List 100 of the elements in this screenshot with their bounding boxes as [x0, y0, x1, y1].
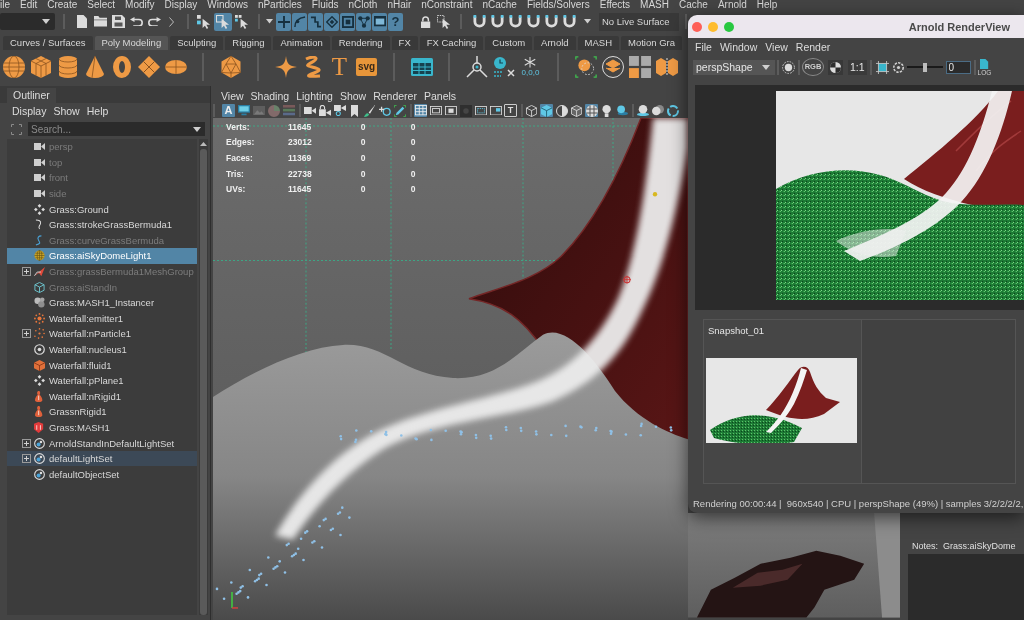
file-icon[interactable]	[76, 15, 88, 28]
shelf-tab[interactable]: Curves / Surfaces	[3, 36, 93, 50]
menu-item[interactable]: Modify	[125, 0, 155, 10]
selection-mode-button[interactable]	[195, 12, 213, 31]
snap-toggle-button[interactable]	[324, 12, 339, 31]
menu-item[interactable]: Edit	[20, 0, 38, 10]
shelf-tab[interactable]: FX	[391, 36, 418, 50]
menu-item[interactable]: nHair	[387, 0, 412, 10]
icosahedron-icon[interactable]	[219, 56, 242, 78]
mode-dropdown[interactable]	[0, 13, 55, 30]
shelf-tab[interactable]: Motion Gra	[621, 36, 682, 50]
outliner-item[interactable]: defaultObjectSet	[7, 466, 197, 483]
outliner-item[interactable]: Grass:MASH1	[7, 419, 197, 436]
tripod-icon[interactable]	[465, 56, 488, 78]
magnet-icon[interactable]	[544, 15, 558, 28]
snapshot-card[interactable]: Snapshot_01	[704, 320, 862, 483]
snap-toggle-button[interactable]	[356, 12, 371, 31]
notes-field[interactable]	[908, 554, 1024, 620]
outliner-item[interactable]: Waterfall:nRigid1	[7, 388, 197, 405]
magnet-icon[interactable]	[508, 15, 522, 28]
snap-toggle-button[interactable]	[308, 12, 323, 31]
menu-item[interactable]: Create	[47, 0, 78, 10]
outliner-item[interactable]: Grass:MASH1_Instancer	[7, 294, 197, 311]
outliner-item[interactable]: Grass:aiSkyDomeLight1	[7, 248, 197, 264]
search-field[interactable]: Search...	[28, 122, 205, 136]
expand-icon[interactable]	[22, 329, 31, 339]
live-surface-field[interactable]: No Live Surface	[599, 12, 679, 31]
cursor-icon[interactable]	[437, 14, 451, 29]
menu-item[interactable]: Display	[12, 105, 47, 117]
menu-item[interactable]: Renderer	[373, 89, 417, 102]
selection-mode-button[interactable]	[233, 12, 251, 31]
menu-item[interactable]: MASH	[640, 0, 669, 10]
shelf-tab[interactable]: Sculpting	[170, 36, 224, 50]
sphere-icon[interactable]	[2, 56, 25, 78]
caret-icon[interactable]	[193, 126, 201, 132]
cylinder-icon[interactable]	[58, 56, 77, 78]
undo-icon[interactable]	[129, 16, 143, 27]
scrollbar-track[interactable]	[199, 139, 208, 615]
menu-item[interactable]: Windows	[207, 0, 248, 10]
menu-item[interactable]: nCache	[482, 0, 517, 10]
shelf-tab[interactable]: MASH	[577, 36, 619, 50]
scroll-up-icon[interactable]	[200, 142, 207, 146]
crop-icon[interactable]	[875, 60, 889, 74]
viewport-tool-button[interactable]	[378, 104, 391, 117]
viewport-tool-button[interactable]: T	[504, 104, 517, 117]
snap-toggle-button[interactable]	[340, 12, 355, 31]
selection-frame-icon[interactable]	[11, 123, 22, 135]
menu-item[interactable]: Window	[719, 41, 758, 53]
outliner-item[interactable]: Grass:Ground	[7, 201, 197, 217]
magnet-icon[interactable]	[472, 15, 486, 28]
ratio-button[interactable]: 1:1	[848, 59, 867, 75]
outliner-item[interactable]: Waterfall:fluid1	[7, 357, 197, 373]
snap-toggle-button[interactable]	[372, 12, 387, 31]
shelf-tab[interactable]: Rendering	[331, 36, 390, 50]
menu-item[interactable]: Display	[164, 0, 198, 10]
dashed-circle-icon[interactable]	[574, 56, 597, 78]
menu-item[interactable]: Render	[795, 41, 831, 53]
menu-item[interactable]: View	[765, 41, 788, 53]
menu-item[interactable]: nConstraint	[421, 0, 473, 10]
disc-icon[interactable]	[164, 60, 187, 74]
menu-item[interactable]: nCloth	[348, 0, 378, 10]
viewport-tool-button[interactable]	[393, 104, 406, 117]
viewport-tool-button[interactable]	[237, 104, 250, 117]
menu-item[interactable]: Help	[756, 0, 778, 10]
menu-item[interactable]: Select	[87, 0, 116, 10]
viewport-tool-button[interactable]	[348, 104, 361, 117]
outliner-tab[interactable]: Outliner	[7, 88, 56, 103]
outliner-item[interactable]: Waterfall:emitter1	[7, 310, 197, 327]
magnet-icon[interactable]	[526, 15, 540, 28]
viewport-tool-button[interactable]	[363, 104, 376, 117]
outliner-item[interactable]: Waterfall:nParticle1	[7, 326, 197, 342]
viewport-tool-button[interactable]	[333, 104, 346, 117]
shelf-tab[interactable]: Poly Modeling	[94, 36, 169, 50]
sparkle-icon[interactable]	[274, 56, 297, 78]
viewport-tool-button[interactable]	[615, 104, 628, 117]
shelf-tab[interactable]: Arnold	[534, 36, 576, 50]
outliner-item[interactable]: ArnoldStandInDefaultLightSet	[7, 435, 197, 451]
boxes-icon[interactable]	[655, 58, 678, 76]
svg-tool-button[interactable]: svg	[355, 58, 378, 76]
outliner-item[interactable]: GrassnRigid1	[7, 404, 197, 420]
caret-icon[interactable]	[265, 19, 273, 24]
menu-item[interactable]: File	[695, 41, 712, 53]
menu-item[interactable]: Panels	[423, 89, 457, 102]
shelf-tab[interactable]: Custom	[485, 36, 533, 50]
clock-icon[interactable]	[492, 57, 515, 77]
dashed-ring-icon[interactable]	[892, 61, 904, 73]
menu-item[interactable]: Effects	[599, 0, 631, 10]
outliner-item[interactable]: Waterfall:pPlane1	[7, 372, 197, 389]
menu-item[interactable]: Help	[86, 105, 109, 117]
menu-item[interactable]: Shading	[250, 89, 290, 102]
viewport-tool-button[interactable]	[636, 104, 649, 117]
magnet-icon[interactable]	[490, 15, 504, 28]
menu-item[interactable]: ile	[0, 0, 10, 10]
expand-icon[interactable]	[22, 438, 31, 448]
camera-dropdown[interactable]: perspShape	[693, 59, 775, 75]
layers-icon[interactable]	[601, 56, 624, 78]
folder-icon[interactable]	[93, 16, 107, 27]
torus-icon[interactable]	[112, 56, 131, 78]
shelf-tab[interactable]: Animation	[273, 36, 330, 50]
lock-icon[interactable]	[421, 15, 431, 28]
